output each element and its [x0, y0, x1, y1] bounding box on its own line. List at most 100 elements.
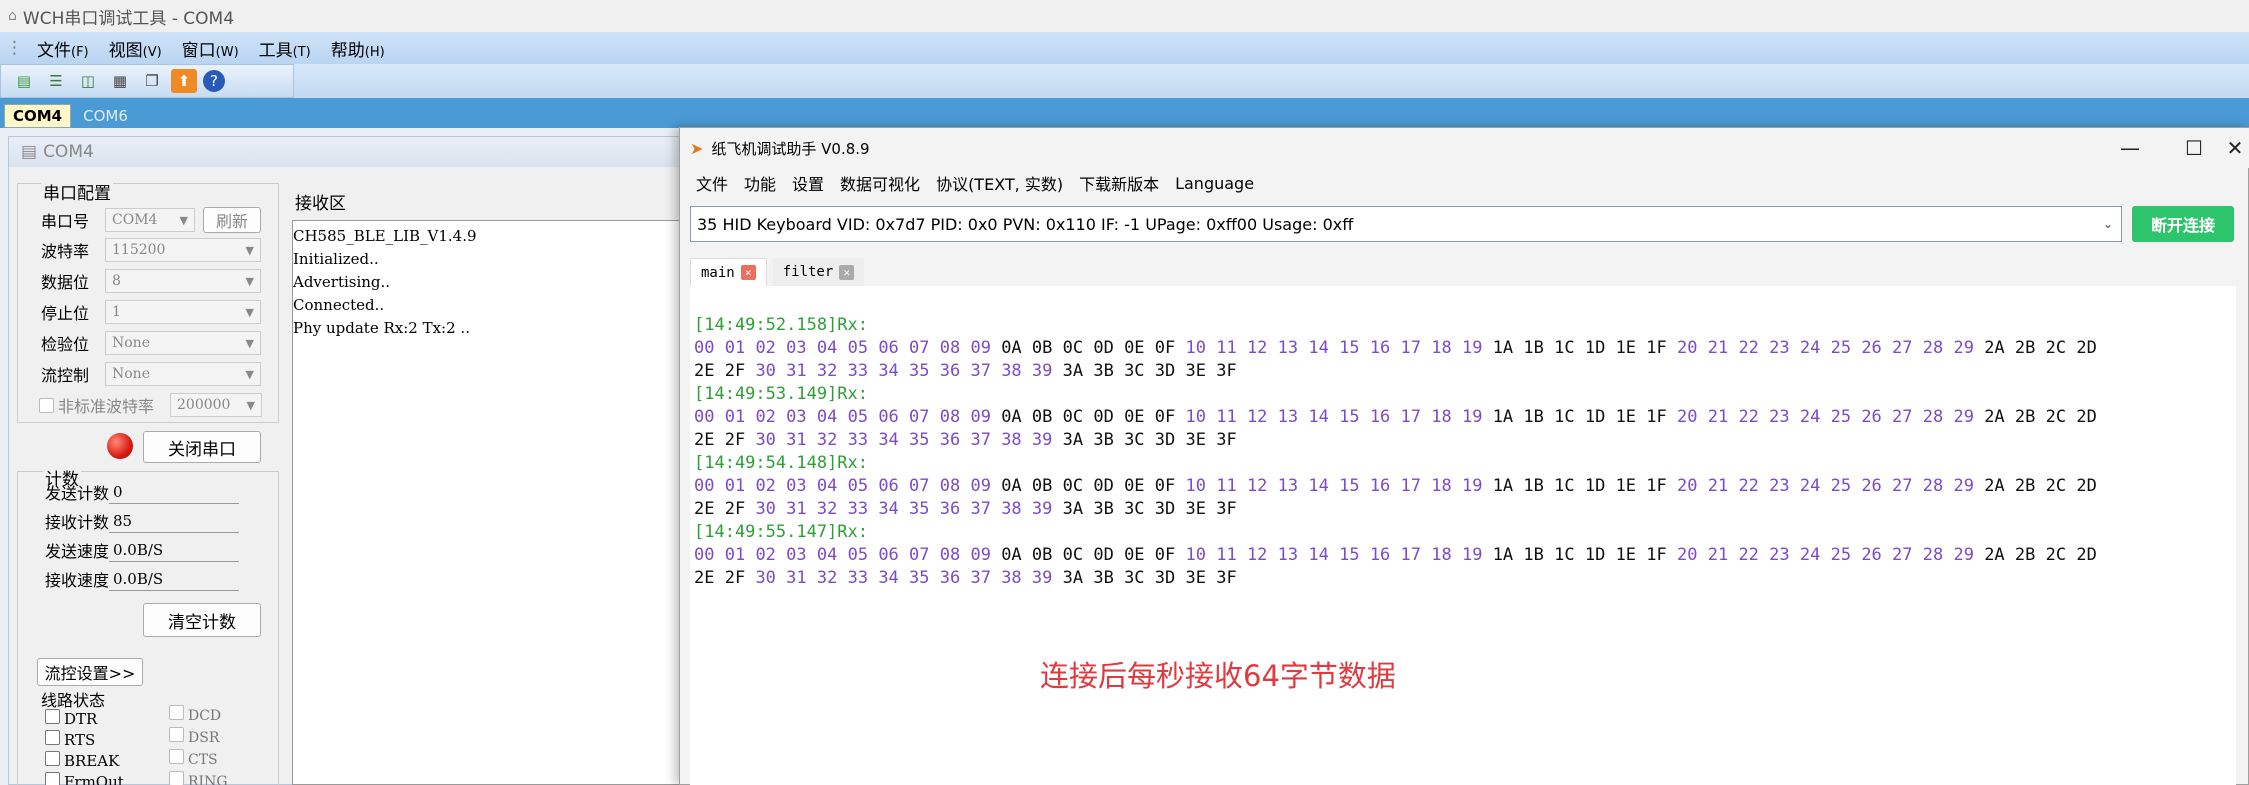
tab-com6[interactable]: COM6: [75, 104, 136, 128]
rts-checkbox[interactable]: [45, 730, 60, 745]
pp-menu-download[interactable]: 下载新版本: [1071, 171, 1167, 195]
pp-menu-settings[interactable]: 设置: [784, 171, 832, 195]
wch-menu-bar: ⋮ 文件(F) 视图(V) 窗口(W) 工具(T) 帮助(H): [0, 32, 2249, 64]
windows-icon[interactable]: ❐: [139, 69, 165, 93]
minimize-icon[interactable]: —: [2100, 128, 2160, 168]
device-select[interactable]: 35 HID Keyboard VID: 0x7d7 PID: 0x0 PVN:…: [690, 206, 2122, 242]
ring-row: RING: [169, 771, 228, 785]
dtr-checkbox[interactable]: [45, 709, 60, 724]
break-label: BREAK: [64, 752, 120, 770]
hex-byte: 03: [786, 338, 817, 358]
dsr-checkbox: [169, 727, 184, 742]
pp-menu-function[interactable]: 功能: [736, 171, 784, 195]
databits-select[interactable]: 8 ▼: [105, 269, 261, 293]
receive-output[interactable]: [14:49:52.158]Rx: 00 01 02 03 04 05 06 07…: [690, 286, 2236, 785]
calculator-icon[interactable]: ▦: [107, 69, 133, 93]
hex-byte: 2D: [2076, 476, 2097, 496]
hex-byte: 36: [939, 430, 971, 450]
disconnect-button[interactable]: 断开连接: [2132, 206, 2234, 242]
pp-menu-protocol[interactable]: 协议(TEXT, 实数): [928, 171, 1071, 195]
chevron-down-icon: ▼: [245, 243, 254, 257]
hex-byte: 15: [1339, 338, 1370, 358]
hex-byte: 16: [1369, 476, 1401, 496]
tab-filter-label: filter: [782, 264, 834, 280]
hex-byte: 11: [1216, 545, 1247, 565]
split-vertical-icon[interactable]: ◫: [75, 69, 101, 93]
hex-byte: 37: [970, 361, 1002, 381]
flow-select[interactable]: None ▼: [105, 362, 261, 386]
hex-byte: 14: [1308, 407, 1340, 427]
nonstd-baud-select[interactable]: 200000 ▼: [170, 393, 262, 417]
close-port-button[interactable]: 关闭串口: [143, 431, 261, 463]
hex-byte: 10: [1185, 338, 1217, 358]
menu-help[interactable]: 帮助(H): [321, 36, 395, 61]
menu-file[interactable]: 文件(F): [27, 36, 99, 61]
hex-byte: 36: [939, 361, 971, 381]
pp-menu-language[interactable]: Language: [1167, 174, 1262, 193]
new-connection-icon[interactable]: ▤: [11, 69, 37, 93]
packet-timestamp: [14:49:55.147]Rx:: [694, 522, 868, 542]
hex-byte: 3C: [1124, 361, 1155, 381]
hex-byte: 1F: [1646, 476, 1677, 496]
nonstd-baud-checkbox[interactable]: [39, 397, 54, 413]
hex-byte: 08: [939, 476, 971, 496]
hex-byte: 0D: [1093, 407, 1125, 427]
ring-checkbox: [169, 771, 184, 785]
hex-byte: 22: [1738, 338, 1770, 358]
tab-filter[interactable]: filter ✕: [772, 258, 865, 286]
hex-byte: 31: [786, 361, 817, 381]
hex-byte: 1F: [1646, 338, 1677, 358]
dsr-row: DSR: [169, 727, 228, 749]
close-tab-icon[interactable]: ✕: [740, 265, 756, 280]
stopbits-label: 停止位: [41, 304, 90, 323]
tab-main[interactable]: main ✕: [690, 258, 767, 286]
port-select[interactable]: COM4 ▼: [105, 208, 195, 232]
hex-byte: 2C: [2045, 476, 2077, 496]
hex-byte: 28: [1922, 476, 1954, 496]
menu-window[interactable]: 窗口(W): [172, 36, 249, 61]
hex-byte: 15: [1339, 407, 1370, 427]
cts-row: CTS: [169, 749, 228, 771]
hex-byte: 26: [1861, 407, 1893, 427]
baud-label: 波特率: [41, 242, 90, 261]
hex-byte: 07: [909, 545, 940, 565]
break-checkbox[interactable]: [45, 751, 60, 766]
parity-select[interactable]: None ▼: [105, 331, 261, 355]
split-horizontal-icon[interactable]: ☰: [43, 69, 69, 93]
hex-byte: 2F: [724, 430, 756, 450]
rts-label: RTS: [64, 731, 96, 749]
tab-com4[interactable]: COM4: [4, 104, 72, 128]
hex-byte: 1F: [1646, 407, 1677, 427]
stopbits-select[interactable]: 1 ▼: [105, 300, 261, 324]
baud-select[interactable]: 115200 ▼: [105, 238, 261, 262]
menu-view[interactable]: 视图(V): [99, 36, 172, 61]
upload-icon[interactable]: ⬆: [171, 69, 197, 93]
packet-timestamp: [14:49:52.158]Rx:: [694, 315, 868, 335]
close-tab-icon[interactable]: ✕: [839, 264, 855, 280]
frmout-checkbox[interactable]: [45, 772, 60, 785]
pp-menu-visualize[interactable]: 数据可视化: [832, 171, 928, 195]
break-row: BREAK: [45, 751, 124, 772]
hex-byte: 06: [878, 545, 910, 565]
clear-count-button[interactable]: 清空计数: [143, 603, 261, 637]
pp-menu-file[interactable]: 文件: [688, 171, 736, 195]
help-icon[interactable]: ?: [203, 70, 225, 92]
hex-byte: 14: [1308, 476, 1340, 496]
tab-main-label: main: [701, 264, 735, 281]
hex-byte: 25: [1830, 545, 1862, 565]
dcd-row: DCD: [169, 705, 228, 727]
receive-area-label: 接收区: [295, 194, 346, 214]
tx-speed-label: 发送速度: [45, 542, 110, 561]
hex-byte: 16: [1369, 407, 1401, 427]
hex-byte: 08: [939, 338, 971, 358]
close-icon[interactable]: ✕: [2220, 128, 2249, 168]
hex-byte: 08: [939, 407, 971, 427]
flow-settings-button[interactable]: 流控设置>>: [37, 658, 143, 686]
hex-byte: 1E: [1615, 407, 1647, 427]
hex-byte: 12: [1246, 545, 1278, 565]
refresh-button[interactable]: 刷新: [203, 207, 261, 233]
menu-grip-icon: ⋮: [6, 38, 23, 58]
menu-tools[interactable]: 工具(T): [249, 36, 321, 61]
maximize-icon[interactable]: ☐: [2164, 128, 2224, 168]
hex-byte: 32: [816, 361, 848, 381]
